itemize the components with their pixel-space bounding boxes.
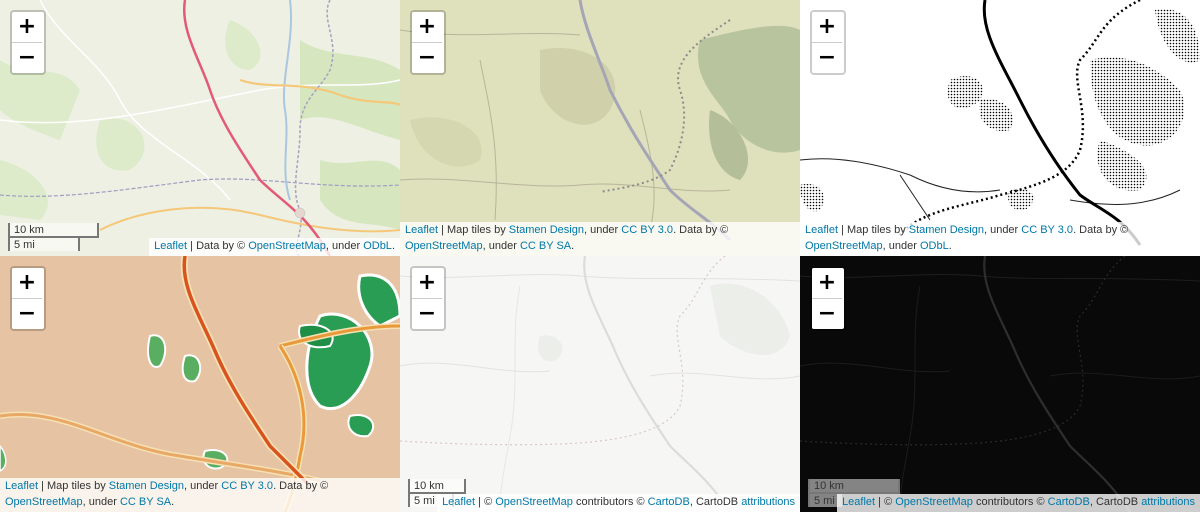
zoom-control: + − [10,266,46,331]
attribution-text: , CartoDB [1089,496,1142,509]
attribution-text: , under [983,224,1022,237]
zoom-in-button[interactable]: + [412,268,442,299]
attribution: Leaflet | © OpenStreetMap contributors ©… [837,494,1200,512]
attribution-text: . [571,240,575,253]
attributions-link[interactable]: attributions [1141,496,1195,508]
map-panel-watercolor[interactable]: + − Leaflet | Map tiles by Stamen Design… [0,256,400,512]
leaflet-link[interactable]: Leaflet [5,480,38,492]
attribution-text: , under [325,240,364,253]
leaflet-link[interactable]: Leaflet [842,496,875,508]
attribution-text: | Map tiles by [438,224,509,237]
zoom-control: + − [10,10,46,75]
zoom-out-button[interactable]: − [12,299,42,329]
leaflet-link[interactable]: Leaflet [405,224,438,236]
attribution-text: , under [583,224,622,237]
attribution-text: . [391,240,395,253]
scale-mi-label: 5 mi [8,235,80,251]
zoom-control: + − [410,10,446,75]
attribution-text: | © [475,496,496,509]
attribution-text: . Data by © [273,480,329,493]
map-tiles-terrain[interactable] [400,0,800,256]
attribution-text: , under [183,480,222,493]
zoom-in-button[interactable]: + [412,12,442,43]
attribution: Leaflet | Data by © OpenStreetMap, under… [149,238,400,256]
scale-km-label: 10 km [808,478,900,494]
attribution-text: . [948,240,952,253]
zoom-in-button[interactable]: + [812,268,842,299]
map-panel-darkmatter[interactable]: + − 10 km 5 mi Leaflet | © OpenStreetMap… [800,256,1200,512]
zoom-control: + − [410,266,446,331]
cc-by-sa-link[interactable]: CC BY SA [520,240,571,252]
cc-by-sa-link[interactable]: CC BY SA [120,496,171,508]
stamen-link[interactable]: Stamen Design [109,480,184,492]
cartodb-link[interactable]: CartoDB [1048,496,1090,508]
map-tiles-osm[interactable] [0,0,400,256]
osm-link[interactable]: OpenStreetMap [5,496,83,508]
zoom-out-button[interactable]: − [412,299,442,329]
odbl-link[interactable]: ODbL [920,240,949,252]
zoom-in-button[interactable]: + [12,12,42,43]
attribution-text: | Data by © [187,240,249,253]
osm-link[interactable]: OpenStreetMap [405,240,483,252]
attribution: Leaflet | Map tiles by Stamen Design, un… [400,222,800,256]
map-panel-terrain[interactable]: + − Leaflet | Map tiles by Stamen Design… [400,0,800,256]
attribution-text: contributors © [572,496,648,509]
map-panel-osm[interactable]: + − 10 km 5 mi Leaflet | Data by © OpenS… [0,0,400,256]
map-panel-toner[interactable]: + − Leaflet | Map tiles by Stamen Design… [800,0,1200,256]
zoom-out-button[interactable]: − [812,299,842,329]
attribution-text: , CartoDB [689,496,742,509]
map-tiles-watercolor[interactable] [0,256,400,512]
map-tiles-darkmatter[interactable] [800,256,1200,512]
attribution-text: , under [882,240,920,253]
osm-link[interactable]: OpenStreetMap [248,240,326,252]
attribution-text: | Map tiles by [38,480,109,493]
attribution-text: | Map tiles by [838,224,909,237]
leaflet-link[interactable]: Leaflet [805,224,838,236]
zoom-control: + − [810,266,846,331]
zoom-control: + − [810,10,846,75]
leaflet-link[interactable]: Leaflet [154,240,187,252]
map-tiles-toner[interactable] [800,0,1200,256]
cartodb-link[interactable]: CartoDB [648,496,690,508]
map-grid: + − 10 km 5 mi Leaflet | Data by © OpenS… [0,0,1200,512]
attribution-text: , under [482,240,520,253]
zoom-out-button[interactable]: − [12,43,42,73]
attribution-text: contributors © [972,496,1048,509]
attribution-text: . [171,496,175,509]
stamen-link[interactable]: Stamen Design [909,224,984,236]
zoom-in-button[interactable]: + [812,12,842,43]
osm-link[interactable]: OpenStreetMap [495,496,573,508]
attributions-link[interactable]: attributions [741,496,795,508]
cc-by-link[interactable]: CC BY 3.0 [621,224,673,236]
attribution: Leaflet | Map tiles by Stamen Design, un… [800,222,1200,256]
zoom-in-button[interactable]: + [12,268,42,299]
zoom-out-button[interactable]: − [412,43,442,73]
odbl-link[interactable]: ODbL [363,240,392,252]
osm-link[interactable]: OpenStreetMap [895,496,973,508]
attribution-text: , under [82,496,120,509]
attribution-text: | © [875,496,896,509]
osm-link[interactable]: OpenStreetMap [805,240,883,252]
attribution-text: . Data by © [673,224,729,237]
attribution-text: . Data by © [1073,224,1129,237]
leaflet-link[interactable]: Leaflet [442,496,475,508]
attribution: Leaflet | Map tiles by Stamen Design, un… [0,478,400,512]
zoom-out-button[interactable]: − [812,43,842,73]
attribution: Leaflet | © OpenStreetMap contributors ©… [437,494,800,512]
scale-km-label: 10 km [408,478,466,494]
cc-by-link[interactable]: CC BY 3.0 [1021,224,1073,236]
map-panel-positron[interactable]: + − 10 km 5 mi Leaflet | © OpenStreetMap… [400,256,800,512]
stamen-link[interactable]: Stamen Design [509,224,584,236]
cc-by-link[interactable]: CC BY 3.0 [221,480,273,492]
scale-bar: 10 km 5 mi [8,222,99,251]
map-tiles-positron[interactable] [400,256,800,512]
